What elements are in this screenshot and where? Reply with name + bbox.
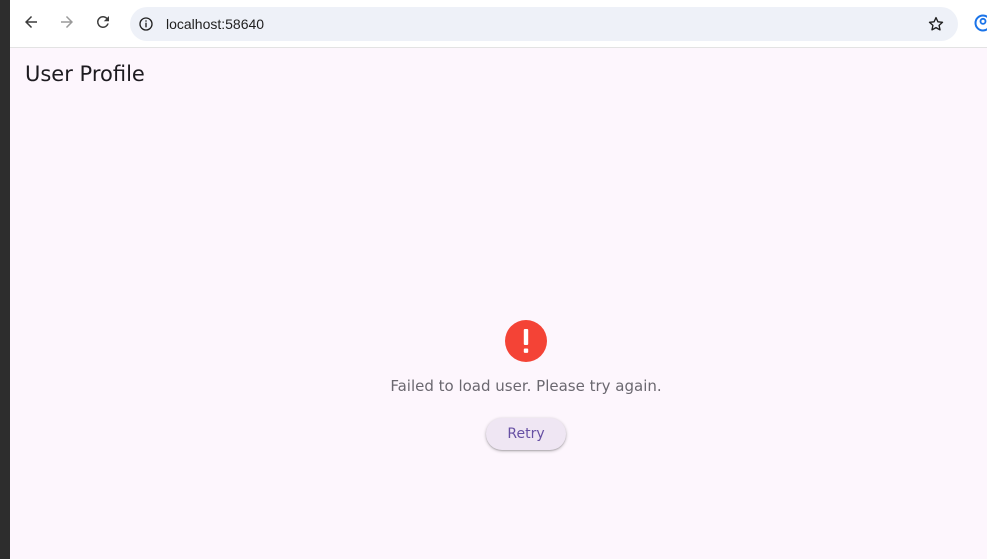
- url-text[interactable]: localhost:58640: [166, 16, 264, 32]
- arrow-left-icon: [25, 16, 37, 28]
- info-circle-icon: [139, 17, 153, 31]
- back-button[interactable]: [17, 8, 45, 36]
- retry-button[interactable]: Retry: [486, 418, 566, 450]
- page-title: User Profile: [25, 62, 145, 86]
- address-bar[interactable]: localhost:58640: [130, 7, 958, 41]
- desktop-edge: [0, 0, 10, 559]
- browser-toolbar: localhost:58640: [10, 0, 987, 48]
- browser-window: localhost:58640 User Profile Failed to l…: [10, 0, 987, 559]
- profile-button[interactable]: [972, 12, 987, 34]
- bookmark-button[interactable]: [926, 14, 946, 34]
- profile-icon: [974, 14, 987, 32]
- site-info-button[interactable]: [137, 15, 155, 33]
- arrow-right-icon: [61, 16, 73, 28]
- error-exclamation-icon: [505, 320, 547, 362]
- reload-icon: [96, 15, 109, 28]
- star-icon: [928, 16, 944, 31]
- reload-button[interactable]: [89, 8, 117, 36]
- error-message: Failed to load user. Please try again.: [390, 377, 662, 395]
- forward-button[interactable]: [53, 8, 81, 36]
